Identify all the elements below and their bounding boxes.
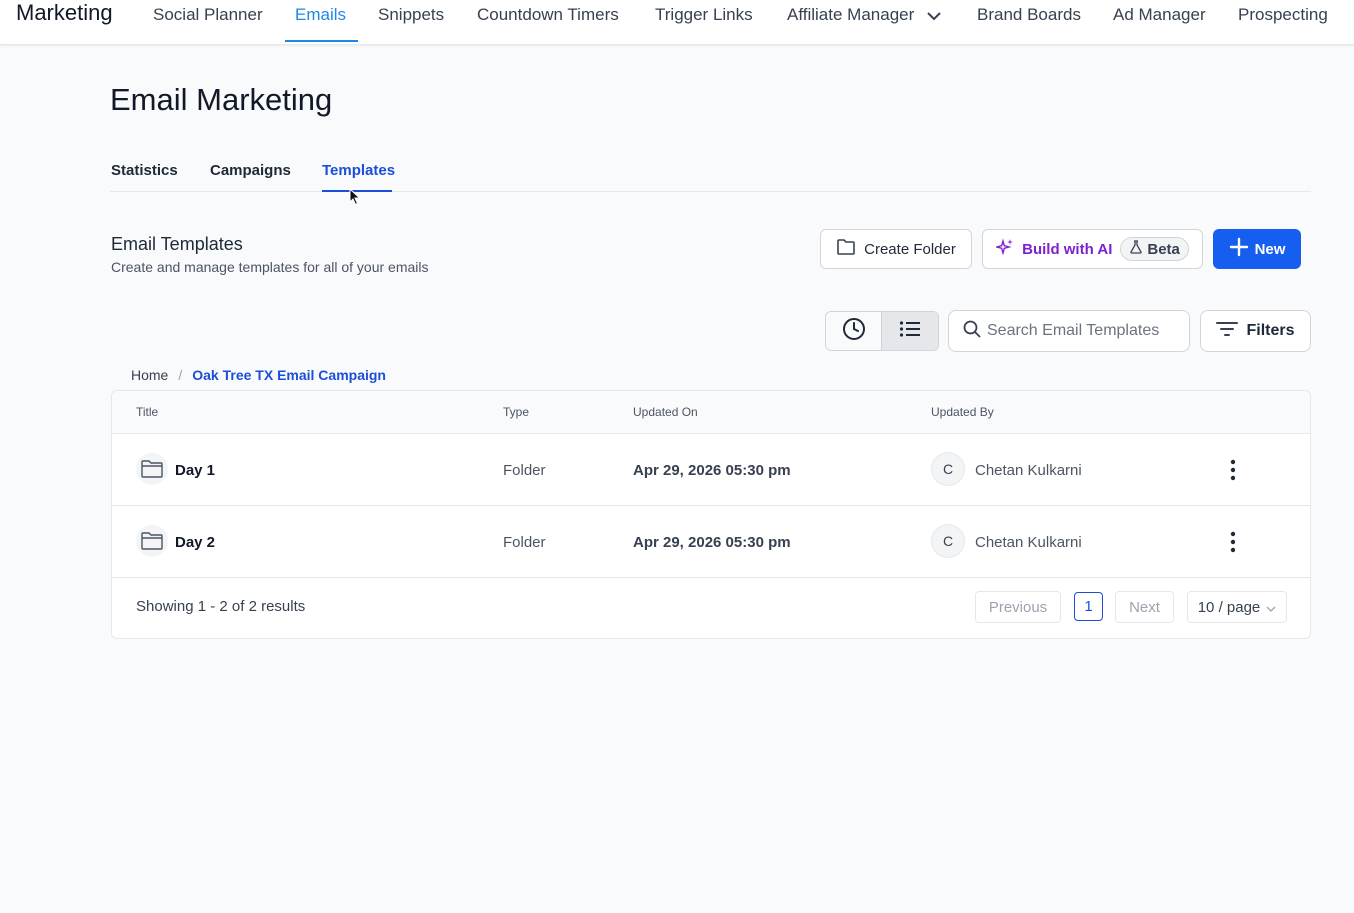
section-title: Email Templates [111, 234, 243, 254]
flask-icon [1129, 240, 1143, 258]
table-header: Title Type Updated On Updated By [112, 391, 1310, 434]
next-page-button[interactable]: Next [1115, 591, 1174, 623]
row-updated-on: Apr 29, 2026 05:30 pm [633, 534, 791, 551]
beta-badge: Beta [1120, 237, 1189, 261]
nav-item-affiliate-manager[interactable]: Affiliate Manager [787, 5, 941, 26]
create-folder-label: Create Folder [864, 240, 956, 258]
row-type: Folder [503, 534, 546, 551]
new-button[interactable]: New [1213, 229, 1301, 269]
tab-statistics[interactable]: Statistics [111, 162, 178, 180]
page-title: Email Marketing [110, 82, 333, 117]
list-view-button[interactable] [882, 312, 938, 350]
previous-page-button[interactable]: Previous [975, 591, 1061, 623]
filters-button[interactable]: Filters [1200, 310, 1311, 352]
plus-icon [1229, 237, 1249, 261]
nav-item-ad-manager[interactable]: Ad Manager [1113, 5, 1206, 25]
beta-label: Beta [1147, 240, 1180, 258]
nav-item-emails[interactable]: Emails [295, 5, 346, 25]
row-type: Folder [503, 462, 546, 479]
row-updated-by: Chetan Kulkarni [975, 534, 1082, 551]
nav-item-brand-boards[interactable]: Brand Boards [977, 5, 1081, 25]
tab-campaigns[interactable]: Campaigns [210, 162, 291, 180]
nav-item-social-planner[interactable]: Social Planner [153, 5, 263, 25]
nav-item-countdown-timers[interactable]: Countdown Timers [477, 5, 619, 25]
create-folder-button[interactable]: Create Folder [820, 229, 972, 269]
page-number-button[interactable]: 1 [1074, 592, 1103, 621]
chevron-down-icon [927, 6, 941, 26]
table-row[interactable]: Day 1 Folder Apr 29, 2026 05:30 pm C Che… [112, 434, 1310, 506]
nav-item-label: Affiliate Manager [787, 5, 915, 24]
search-icon [963, 320, 981, 343]
column-title: Title [136, 405, 159, 419]
breadcrumb-separator: / [178, 367, 183, 383]
results-summary: Showing 1 - 2 of 2 results [136, 598, 306, 615]
brand-title: Marketing [16, 0, 113, 25]
nav-item-trigger-links[interactable]: Trigger Links [655, 5, 753, 25]
tabs-divider [110, 191, 1311, 192]
recent-view-button[interactable] [826, 312, 882, 350]
column-type: Type [503, 405, 530, 419]
section-subtitle: Create and manage templates for all of y… [111, 259, 429, 275]
avatar: C [931, 452, 965, 486]
build-with-ai-button[interactable]: Build with AI Beta [982, 229, 1203, 269]
chevron-down-icon [1266, 599, 1276, 616]
breadcrumb-home[interactable]: Home [131, 367, 168, 383]
column-updated-by: Updated By [931, 405, 994, 419]
row-updated-on: Apr 29, 2026 05:30 pm [633, 462, 791, 479]
folder-icon [136, 525, 168, 557]
column-updated-on: Updated On [633, 405, 698, 419]
folder-icon [136, 453, 168, 485]
nav-active-indicator [285, 40, 358, 42]
search-box [948, 310, 1190, 352]
tab-templates[interactable]: Templates [322, 162, 395, 180]
search-input[interactable] [987, 322, 1177, 340]
more-options-icon[interactable] [1222, 458, 1244, 482]
list-icon [899, 320, 921, 343]
templates-table: Title Type Updated On Updated By Day 1 F… [111, 390, 1311, 639]
page-size-select[interactable]: 10 / page [1187, 591, 1287, 623]
new-label: New [1254, 240, 1286, 258]
nav-item-prospecting[interactable]: Prospecting [1238, 5, 1328, 25]
more-options-icon[interactable] [1222, 530, 1244, 554]
table-row[interactable]: Day 2 Folder Apr 29, 2026 05:30 pm C Che… [112, 506, 1310, 578]
sparkles-icon [994, 238, 1014, 260]
filter-icon [1216, 321, 1239, 342]
build-with-ai-label: Build with AI [1022, 240, 1113, 258]
avatar: C [931, 524, 965, 558]
nav-item-snippets[interactable]: Snippets [378, 5, 444, 25]
row-title[interactable]: Day 1 [175, 462, 215, 479]
view-toggle [825, 311, 939, 351]
page-size-label: 10 / page [1197, 598, 1261, 616]
mouse-cursor-icon [349, 187, 361, 211]
breadcrumb-current: Oak Tree TX Email Campaign [192, 367, 386, 383]
top-navigation: Marketing Social Planner Emails Snippets… [0, 0, 1354, 45]
folder-icon [836, 238, 856, 260]
filters-label: Filters [1246, 322, 1295, 339]
row-updated-by: Chetan Kulkarni [975, 462, 1082, 479]
row-title[interactable]: Day 2 [175, 534, 215, 551]
breadcrumb: Home / Oak Tree TX Email Campaign [131, 367, 386, 383]
clock-icon [842, 317, 866, 346]
